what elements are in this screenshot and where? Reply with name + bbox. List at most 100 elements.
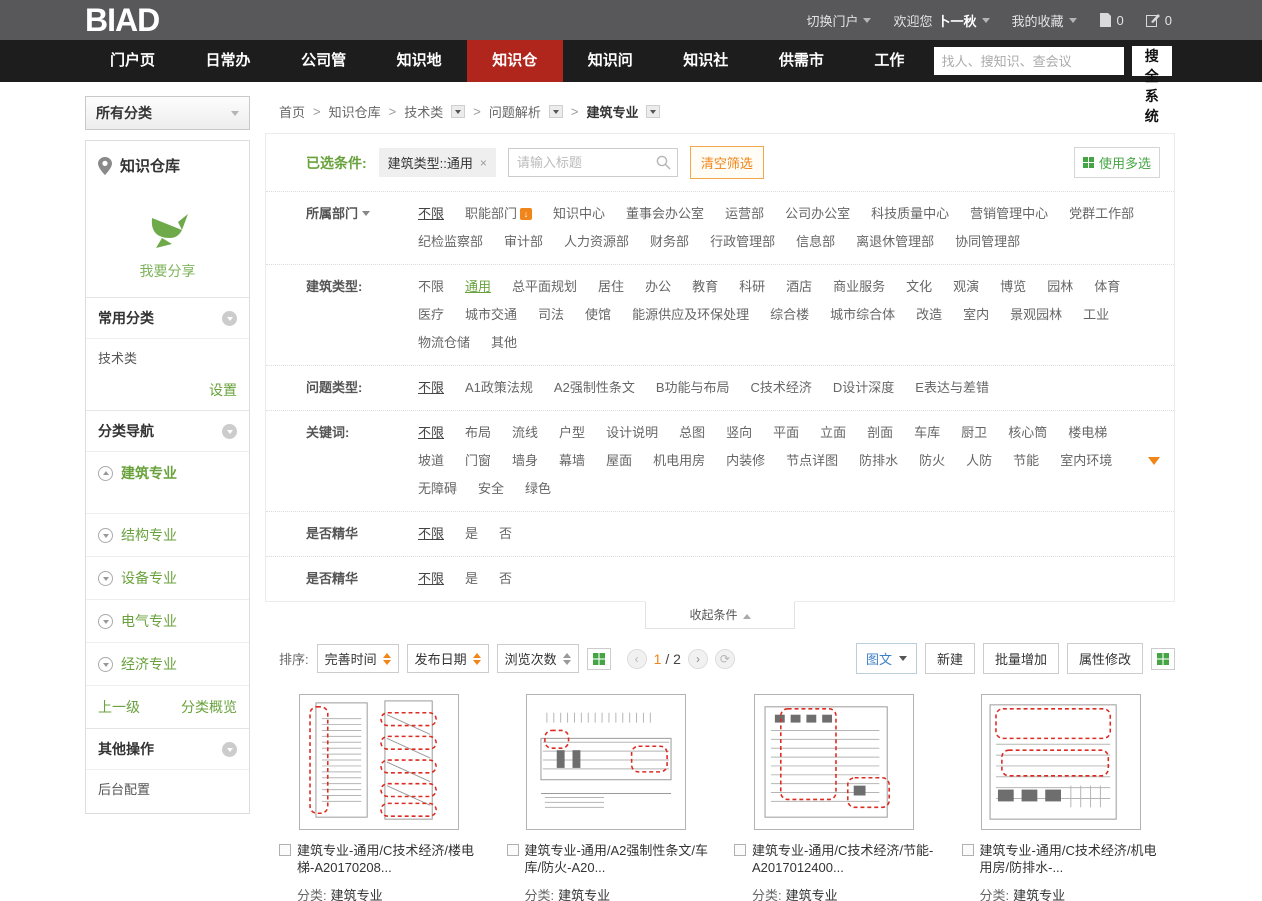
drawing-thumbnail[interactable] bbox=[299, 694, 459, 830]
card-checkbox[interactable] bbox=[734, 844, 746, 856]
filter-option-通用[interactable]: 通用 bbox=[465, 273, 491, 301]
filter-option-设计说明[interactable]: 设计说明 bbox=[606, 419, 658, 447]
card-checkbox[interactable] bbox=[279, 844, 291, 856]
filter-option-办公[interactable]: 办公 bbox=[645, 273, 671, 301]
filter-option-人防[interactable]: 人防 bbox=[966, 447, 992, 475]
drilldown-badge-icon[interactable]: ↓ bbox=[520, 208, 532, 220]
filter-option-不限[interactable]: 不限 bbox=[418, 520, 444, 548]
chevron-down-icon[interactable] bbox=[362, 211, 370, 216]
chevron-down-circle-icon[interactable] bbox=[98, 528, 113, 543]
filter-option-无障碍[interactable]: 无障碍 bbox=[418, 475, 457, 503]
clear-filters-button[interactable]: 清空筛选 bbox=[690, 146, 764, 179]
filter-option-博览[interactable]: 博览 bbox=[1000, 273, 1026, 301]
filter-option-财务部[interactable]: 财务部 bbox=[650, 228, 689, 256]
breadcrumb-item-首页[interactable]: 首页 bbox=[279, 102, 305, 121]
sidebar-item-admin-config[interactable]: 后台配置 bbox=[86, 769, 249, 807]
filter-option-综合楼[interactable]: 综合楼 bbox=[770, 301, 809, 329]
filter-option-车库[interactable]: 车库 bbox=[914, 419, 940, 447]
edit-count[interactable]: 0 bbox=[1146, 13, 1172, 28]
nav-tab-工作台[interactable]: 工作台 bbox=[849, 40, 933, 82]
card-title[interactable]: 建筑专业-通用/C技术经济/节能-A2017012400... bbox=[752, 842, 942, 876]
filter-option-不限[interactable]: 不限 bbox=[418, 565, 444, 593]
filter-option-流线[interactable]: 流线 bbox=[512, 419, 538, 447]
filter-option-绿色[interactable]: 绿色 bbox=[525, 475, 551, 503]
filter-option-人力资源部[interactable]: 人力资源部 bbox=[564, 228, 629, 256]
chevron-down-circle-icon[interactable] bbox=[98, 614, 113, 629]
refresh-button[interactable]: ⟳ bbox=[715, 649, 735, 669]
document-count[interactable]: 0 bbox=[1099, 13, 1124, 28]
global-search-button[interactable]: 搜全系统 bbox=[1132, 46, 1172, 76]
filter-option-节能[interactable]: 节能 bbox=[1013, 447, 1039, 475]
sidebar-category-结构专业[interactable]: 结构专业 bbox=[86, 513, 249, 556]
filter-option-机电用房[interactable]: 机电用房 bbox=[653, 447, 705, 475]
filter-option-布局[interactable]: 布局 bbox=[465, 419, 491, 447]
filter-option-审计部[interactable]: 审计部 bbox=[504, 228, 543, 256]
category-overview-link[interactable]: 分类概览 bbox=[181, 697, 237, 717]
grid-view-button-2[interactable] bbox=[1151, 648, 1175, 670]
filter-option-D设计深度[interactable]: D设计深度 bbox=[833, 374, 894, 402]
filter-option-城市交通[interactable]: 城市交通 bbox=[465, 301, 517, 329]
filter-option-营销管理中心[interactable]: 营销管理中心 bbox=[970, 200, 1048, 228]
title-search-input[interactable] bbox=[508, 148, 678, 177]
prev-page-button[interactable]: ‹ bbox=[627, 649, 647, 669]
filter-tag-close-icon[interactable]: × bbox=[480, 156, 487, 170]
breadcrumb-item-问题解析[interactable]: 问题解析 bbox=[489, 102, 563, 121]
topbar-link-2[interactable]: 我的收藏 bbox=[1012, 11, 1077, 30]
filter-option-公司办公室[interactable]: 公司办公室 bbox=[785, 200, 850, 228]
filter-option-职能部门[interactable]: 职能部门↓ bbox=[465, 200, 532, 228]
filter-option-幕墙[interactable]: 幕墙 bbox=[559, 447, 585, 475]
filter-option-工业[interactable]: 工业 bbox=[1083, 301, 1109, 329]
filter-option-离退休管理部[interactable]: 离退休管理部 bbox=[856, 228, 934, 256]
filter-option-商业服务[interactable]: 商业服务 bbox=[833, 273, 885, 301]
filter-option-观演[interactable]: 观演 bbox=[953, 273, 979, 301]
filter-option-防排水[interactable]: 防排水 bbox=[859, 447, 898, 475]
all-categories-dropdown[interactable]: 所有分类 bbox=[85, 96, 250, 130]
filter-option-立面[interactable]: 立面 bbox=[820, 419, 846, 447]
action-button-属性修改[interactable]: 属性修改 bbox=[1067, 643, 1143, 674]
nav-tab-知识社区[interactable]: 知识社区 bbox=[658, 40, 754, 82]
nav-tab-知识仓库[interactable]: 知识仓库 bbox=[467, 40, 563, 82]
action-button-批量增加[interactable]: 批量增加 bbox=[983, 643, 1059, 674]
search-icon[interactable] bbox=[656, 155, 671, 170]
breadcrumb-item-建筑专业[interactable]: 建筑专业 bbox=[586, 102, 660, 121]
filter-option-董事会办公室[interactable]: 董事会办公室 bbox=[626, 200, 704, 228]
filter-option-总图[interactable]: 总图 bbox=[679, 419, 705, 447]
filter-option-行政管理部[interactable]: 行政管理部 bbox=[710, 228, 775, 256]
chevron-down-icon[interactable] bbox=[451, 105, 465, 118]
filter-option-是[interactable]: 是 bbox=[465, 565, 478, 593]
filter-option-体育[interactable]: 体育 bbox=[1094, 273, 1120, 301]
card-checkbox[interactable] bbox=[962, 844, 974, 856]
drawing-thumbnail[interactable] bbox=[981, 694, 1141, 830]
filter-option-城市综合体[interactable]: 城市综合体 bbox=[830, 301, 895, 329]
drawing-thumbnail[interactable] bbox=[754, 694, 914, 830]
card-title[interactable]: 建筑专业-通用/C技术经济/机电用房/防排水-... bbox=[980, 842, 1170, 876]
category-nav-header[interactable]: 分类导航 bbox=[86, 410, 249, 451]
filter-option-核心筒[interactable]: 核心筒 bbox=[1008, 419, 1047, 447]
sort-button-完善时间[interactable]: 完善时间 bbox=[317, 644, 399, 673]
collapse-circle-icon[interactable] bbox=[222, 742, 237, 757]
filter-option-是[interactable]: 是 bbox=[465, 520, 478, 548]
nav-tab-知识地图[interactable]: 知识地图 bbox=[372, 40, 468, 82]
filter-option-总平面规划[interactable]: 总平面规划 bbox=[512, 273, 577, 301]
common-categories-header[interactable]: 常用分类 bbox=[86, 297, 249, 338]
filter-option-C技术经济[interactable]: C技术经济 bbox=[751, 374, 812, 402]
filter-option-A1政策法规[interactable]: A1政策法规 bbox=[465, 374, 533, 402]
filter-option-知识中心[interactable]: 知识中心 bbox=[553, 200, 605, 228]
sidebar-category-建筑专业[interactable]: 建筑专业 bbox=[86, 451, 249, 513]
nav-tab-知识问答[interactable]: 知识问答 bbox=[563, 40, 659, 82]
multi-select-button[interactable]: 使用多选 bbox=[1074, 147, 1160, 178]
card-checkbox[interactable] bbox=[507, 844, 519, 856]
global-search-input[interactable] bbox=[934, 47, 1124, 75]
filter-option-文化[interactable]: 文化 bbox=[906, 273, 932, 301]
filter-option-B功能与布局[interactable]: B功能与布局 bbox=[656, 374, 730, 402]
filter-option-不限[interactable]: 不限 bbox=[418, 273, 444, 301]
filter-option-医疗[interactable]: 医疗 bbox=[418, 301, 444, 329]
filter-option-楼电梯[interactable]: 楼电梯 bbox=[1068, 419, 1107, 447]
filter-option-室内[interactable]: 室内 bbox=[963, 301, 989, 329]
filter-option-改造[interactable]: 改造 bbox=[916, 301, 942, 329]
filter-option-A2强制性条文[interactable]: A2强制性条文 bbox=[554, 374, 635, 402]
filter-option-信息部[interactable]: 信息部 bbox=[796, 228, 835, 256]
filter-option-门窗[interactable]: 门窗 bbox=[465, 447, 491, 475]
filter-option-平面[interactable]: 平面 bbox=[773, 419, 799, 447]
sidebar-category-电气专业[interactable]: 电气专业 bbox=[86, 599, 249, 642]
